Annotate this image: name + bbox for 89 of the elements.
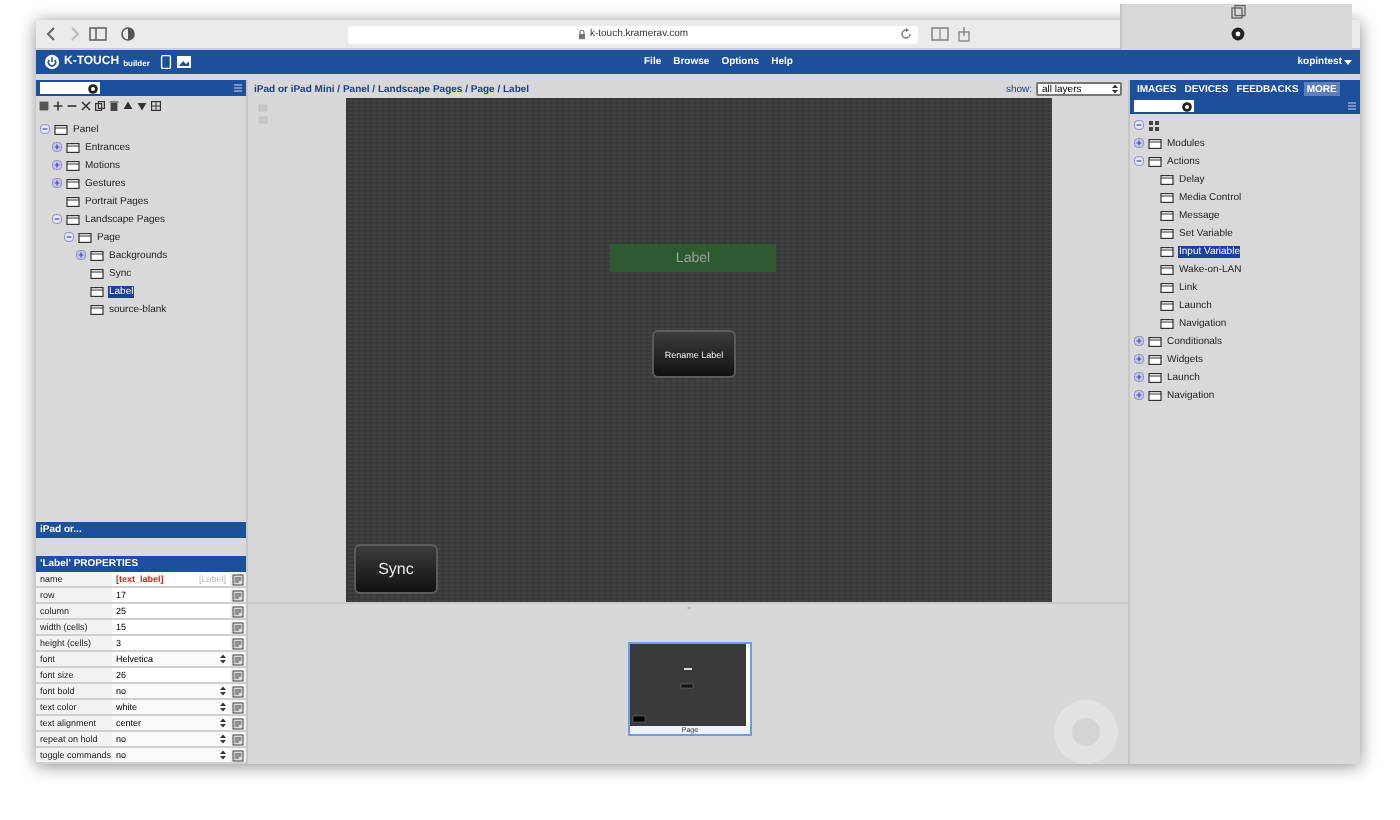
clear-icon[interactable] xyxy=(1182,101,1192,111)
plus-icon[interactable] xyxy=(52,100,64,112)
extensions-icon[interactable] xyxy=(930,26,950,42)
node-icon xyxy=(1160,317,1174,329)
trash-icon[interactable] xyxy=(108,100,120,112)
expand-toggle-icon[interactable] xyxy=(1134,354,1144,364)
collapse-toggle-icon[interactable] xyxy=(1134,156,1144,166)
edit-icon[interactable] xyxy=(232,637,244,649)
node-icon xyxy=(90,285,104,297)
tablet-icon[interactable] xyxy=(159,54,172,70)
node-icon xyxy=(90,303,104,315)
tabs-icon[interactable] xyxy=(1229,4,1245,20)
node-icon xyxy=(1148,335,1162,347)
node-icon xyxy=(1160,173,1174,185)
expand-toggle-icon[interactable] xyxy=(1134,390,1144,400)
node-icon xyxy=(1148,371,1162,383)
grid-icon[interactable] xyxy=(150,100,162,112)
node-icon xyxy=(1160,245,1174,257)
checkbox-icon[interactable] xyxy=(38,100,50,112)
caret-icon xyxy=(1344,58,1352,66)
sidebar-icon[interactable] xyxy=(88,26,108,42)
edit-icon[interactable] xyxy=(232,669,244,681)
dropdown-caret-icon xyxy=(220,718,226,728)
expand-toggle-icon[interactable] xyxy=(76,250,86,260)
edit-icon[interactable] xyxy=(232,573,244,585)
node-icon xyxy=(1148,155,1162,167)
edit-icon[interactable] xyxy=(232,733,244,745)
node-icon xyxy=(1160,191,1174,203)
expand-toggle-icon[interactable] xyxy=(52,142,62,152)
edit-icon[interactable] xyxy=(232,685,244,697)
node-icon xyxy=(1148,389,1162,401)
node-icon xyxy=(54,123,68,135)
expand-toggle-icon[interactable] xyxy=(52,178,62,188)
canvas-button[interactable]: Sync xyxy=(354,544,438,594)
edit-icon[interactable] xyxy=(232,621,244,633)
down-arrow-icon[interactable] xyxy=(136,100,148,112)
edit-icon[interactable] xyxy=(232,653,244,665)
menu-icon[interactable] xyxy=(234,84,242,92)
privacy-icon[interactable] xyxy=(120,26,136,42)
edit-icon[interactable] xyxy=(232,749,244,761)
edit-icon[interactable] xyxy=(232,605,244,617)
dropdown-caret-icon xyxy=(220,750,226,760)
copy-icon[interactable] xyxy=(94,100,106,112)
node-icon xyxy=(90,267,104,279)
node-icon xyxy=(90,249,104,261)
menu-icon[interactable] xyxy=(1348,102,1356,110)
node-icon xyxy=(66,213,80,225)
dropdown-caret-icon xyxy=(1112,84,1118,94)
minus-icon[interactable] xyxy=(66,100,78,112)
expand-toggle-icon[interactable] xyxy=(1134,138,1144,148)
node-icon xyxy=(66,177,80,189)
expand-toggle-icon[interactable] xyxy=(1134,372,1144,382)
search-field[interactable] xyxy=(40,82,100,94)
edit-icon[interactable] xyxy=(232,701,244,713)
close-icon[interactable] xyxy=(80,100,92,112)
node-icon xyxy=(1148,137,1162,149)
expand-toggle-icon[interactable] xyxy=(1134,336,1144,346)
edit-icon[interactable] xyxy=(232,717,244,729)
image-icon[interactable] xyxy=(175,54,192,70)
search-field[interactable] xyxy=(1134,100,1194,112)
node-icon xyxy=(1160,227,1174,239)
lock-icon xyxy=(577,29,586,39)
collapse-toggle-icon[interactable] xyxy=(40,124,50,134)
dropdown-caret-icon xyxy=(220,654,226,664)
node-icon xyxy=(1160,281,1174,293)
edit-icon[interactable] xyxy=(232,589,244,601)
dropdown-caret-icon xyxy=(220,686,226,696)
reload-icon[interactable] xyxy=(900,28,912,40)
page-preview-drawing xyxy=(630,644,746,726)
node-icon xyxy=(1160,209,1174,221)
back-icon[interactable] xyxy=(44,26,60,42)
dropdown-caret-icon xyxy=(220,702,226,712)
node-icon xyxy=(1160,299,1174,311)
node-icon xyxy=(1160,263,1174,275)
collapse-toggle-icon[interactable] xyxy=(1134,120,1144,130)
node-icon xyxy=(1148,353,1162,365)
node-icon xyxy=(66,195,80,207)
collapse-toggle-icon[interactable] xyxy=(64,232,74,242)
node-icon xyxy=(78,231,92,243)
collapse-toggle-icon[interactable] xyxy=(52,214,62,224)
node-icon xyxy=(66,141,80,153)
clear-icon[interactable] xyxy=(88,83,98,93)
expand-toggle-icon[interactable] xyxy=(52,160,62,170)
dropdown-caret-icon xyxy=(220,734,226,744)
circle-icon[interactable] xyxy=(1229,26,1245,42)
node-icon xyxy=(66,159,80,171)
share-icon[interactable] xyxy=(956,26,972,42)
grid-icon xyxy=(1148,119,1160,131)
up-arrow-icon[interactable] xyxy=(122,100,134,112)
